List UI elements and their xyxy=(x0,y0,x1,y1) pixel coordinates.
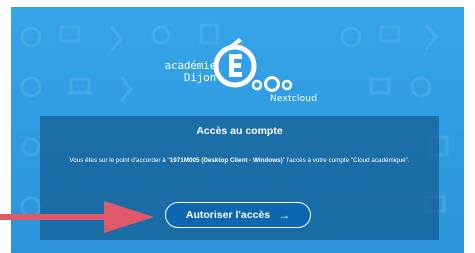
nextcloud-wordmark: Nextcloud xyxy=(270,94,318,104)
dialog-title: Accès au compte xyxy=(196,125,283,137)
academy-name: académie Dijon xyxy=(160,60,217,84)
authorize-access-button[interactable]: Autoriser l'accès → xyxy=(165,202,311,228)
message-suffix: " l'accès à votre compte "Cloud académiq… xyxy=(282,157,410,164)
pointer-arrow-icon xyxy=(0,201,154,233)
arrow-right-icon: → xyxy=(278,208,291,222)
client-name: 1971M005 (Desktop Client - Windows) xyxy=(169,157,283,164)
academy-line2: Dijon xyxy=(183,71,216,84)
message-prefix: Vous êtes sur le point d'accorder à " xyxy=(69,157,170,164)
dialog-message: Vous êtes sur le point d'accorder à "197… xyxy=(54,156,425,166)
nextcloud-logo-icon xyxy=(251,76,293,92)
authorize-button-label: Autoriser l'accès xyxy=(185,209,271,221)
logo-area: académie Dijon Nextcloud xyxy=(0,0,453,110)
